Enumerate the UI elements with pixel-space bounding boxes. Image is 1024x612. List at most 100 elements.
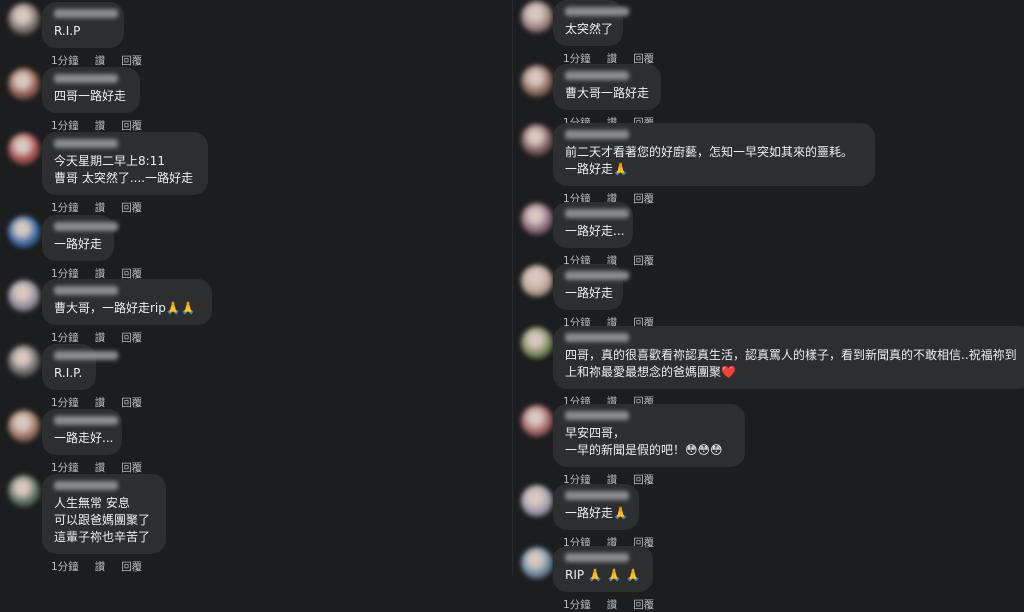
avatar[interactable]	[521, 124, 553, 156]
comment-bubble: 人生無常 安息 可以跟爸媽團聚了 這輩子祢也辛苦了	[42, 474, 166, 554]
comment-bubble: 一路好走🙏	[553, 484, 639, 530]
commenter-name-blurred[interactable]	[565, 7, 629, 16]
avatar[interactable]	[521, 65, 553, 97]
comment-bubble: 曹大哥，一路好走rip🙏🙏	[42, 279, 212, 325]
avatar[interactable]	[8, 216, 40, 248]
avatar[interactable]	[8, 475, 40, 507]
commenter-name-blurred[interactable]	[54, 74, 118, 83]
comment-text: 一路好走🙏	[565, 506, 628, 520]
avatar[interactable]	[521, 485, 553, 517]
timestamp: 1分鐘	[51, 561, 79, 573]
reply-button[interactable]: 回覆	[121, 332, 142, 344]
commenter-name-blurred[interactable]	[565, 271, 629, 280]
comment-bubble: R.I.P.	[42, 344, 118, 390]
comment-bubble: 今天星期二早上8:11 曹哥 太突然了....一路好走	[42, 132, 208, 195]
avatar[interactable]	[521, 1, 553, 33]
comment-bubble: 一路好走	[553, 264, 629, 310]
avatar[interactable]	[521, 265, 553, 297]
comment-bubble: 四哥一路好走	[42, 67, 140, 113]
like-button[interactable]: 讚	[95, 332, 106, 344]
comment-bubble: 前二天才看著您的好廚藝，怎知一早突如其來的噩耗。 一路好走🙏	[553, 123, 875, 186]
reply-button[interactable]: 回覆	[121, 202, 142, 214]
commenter-name-blurred[interactable]	[565, 491, 629, 500]
avatar[interactable]	[521, 405, 553, 437]
like-button[interactable]: 讚	[95, 120, 106, 132]
avatar[interactable]	[8, 133, 40, 165]
comment-actions: 1分鐘 讚 回覆	[51, 460, 158, 475]
reply-button[interactable]: 回覆	[121, 55, 142, 67]
comments-column-right: 太突然了1分鐘讚回覆曹大哥一路好走1分鐘讚回覆前二天才看著您的好廚藝，怎知一早突…	[512, 0, 1024, 611]
timestamp: 1分鐘	[51, 332, 79, 344]
timestamp: 1分鐘	[51, 120, 79, 132]
reply-button[interactable]: 回覆	[633, 599, 654, 611]
commenter-name-blurred[interactable]	[54, 286, 118, 295]
comment-text: 一路好走...	[565, 224, 625, 238]
timestamp: 1分鐘	[51, 462, 79, 474]
like-button[interactable]: 讚	[95, 55, 106, 67]
commenter-name-blurred[interactable]	[54, 222, 118, 231]
comment-bubble: 曹大哥一路好走	[553, 64, 661, 110]
reply-button[interactable]: 回覆	[633, 474, 654, 486]
comment-text: 可以跟爸媽團聚了	[54, 513, 151, 527]
timestamp: 1分鐘	[51, 55, 79, 67]
avatar[interactable]	[521, 547, 553, 579]
reply-button[interactable]: 回覆	[633, 255, 654, 267]
like-button[interactable]: 讚	[95, 462, 106, 474]
commenter-name-blurred[interactable]	[54, 481, 118, 490]
comment-actions: 1分鐘 讚 回覆	[51, 559, 158, 574]
like-button[interactable]: 讚	[95, 202, 106, 214]
comment-text: 太突然了	[565, 22, 614, 36]
timestamp: 1分鐘	[51, 202, 79, 214]
comment-text: 前二天才看著您的好廚藝，怎知一早突如其來的噩耗。	[565, 145, 854, 159]
comment-actions: 1分鐘 讚 回覆	[51, 118, 158, 133]
avatar[interactable]	[8, 410, 40, 442]
comment-text: 曹大哥，一路好走rip🙏🙏	[54, 301, 196, 315]
avatar[interactable]	[521, 327, 553, 359]
commenter-name-blurred[interactable]	[565, 333, 629, 342]
comment-text: 一早的新聞是假的吧！😳😳😳	[565, 443, 723, 457]
reply-button[interactable]: 回覆	[121, 397, 142, 409]
commenter-name-blurred[interactable]	[54, 9, 118, 18]
commenter-name-blurred[interactable]	[54, 416, 118, 425]
comment-bubble: RIP 🙏 🙏 🙏	[553, 546, 653, 592]
like-button[interactable]: 讚	[607, 599, 618, 611]
avatar[interactable]	[521, 203, 553, 235]
comment-bubble: 一路好走...	[553, 202, 633, 248]
commenter-name-blurred[interactable]	[54, 139, 118, 148]
reply-button[interactable]: 回覆	[121, 561, 142, 573]
comment-text: 上和祢最愛最想念的爸媽團聚❤️	[565, 365, 736, 379]
comment-text: 一路走好...	[54, 431, 114, 445]
comment-text: 曹大哥一路好走	[565, 86, 650, 100]
comment-text: R.I.P	[54, 24, 81, 38]
comment-text: 一路好走🙏	[565, 162, 628, 176]
reply-button[interactable]: 回覆	[633, 193, 654, 205]
avatar[interactable]	[8, 3, 40, 35]
comment-bubble: 早安四哥， 一早的新聞是假的吧！😳😳😳	[553, 404, 745, 467]
comment-text: 曹哥 太突然了....一路好走	[54, 171, 194, 185]
avatar[interactable]	[8, 68, 40, 100]
comment-bubble: 太突然了	[553, 0, 629, 46]
comments-column-left: R.I.P 1分鐘讚回覆 四哥一路好走 1分鐘讚回覆 今天星期二早上8:11 曹哥 太突然…	[0, 0, 500, 576]
commenter-name-blurred[interactable]	[565, 71, 629, 80]
comment-actions: 1分鐘 讚 回覆	[51, 330, 158, 345]
avatar[interactable]	[8, 345, 40, 377]
commenter-name-blurred[interactable]	[565, 130, 629, 139]
reply-button[interactable]: 回覆	[121, 120, 142, 132]
commenter-name-blurred[interactable]	[54, 351, 118, 360]
comment-text: 一路好走	[565, 286, 614, 300]
reply-button[interactable]: 回覆	[121, 462, 142, 474]
commenter-name-blurred[interactable]	[565, 553, 629, 562]
comment-bubble: 四哥，真的很喜歡看祢認真生活，認真罵人的樣子，看到新聞真的不敢相信..祝福祢到上…	[553, 326, 1024, 389]
comment-text: 人生無常 安息	[54, 496, 130, 510]
commenter-name-blurred[interactable]	[565, 411, 629, 420]
like-button[interactable]: 讚	[95, 561, 106, 573]
comment-bubble: 一路走好...	[42, 409, 122, 455]
timestamp: 1分鐘	[51, 397, 79, 409]
comment-text: 今天星期二早上8:11	[54, 154, 165, 168]
like-button[interactable]: 讚	[95, 397, 106, 409]
comment-text: 四哥，真的很喜歡看祢認真生活，認真罵人的樣子，看到新聞真的不敢相信..祝福祢到	[565, 348, 1017, 362]
comment-text: R.I.P.	[54, 366, 83, 380]
avatar[interactable]	[8, 280, 40, 312]
comment-actions: 1分鐘 讚 回覆	[51, 53, 158, 68]
commenter-name-blurred[interactable]	[565, 209, 629, 218]
